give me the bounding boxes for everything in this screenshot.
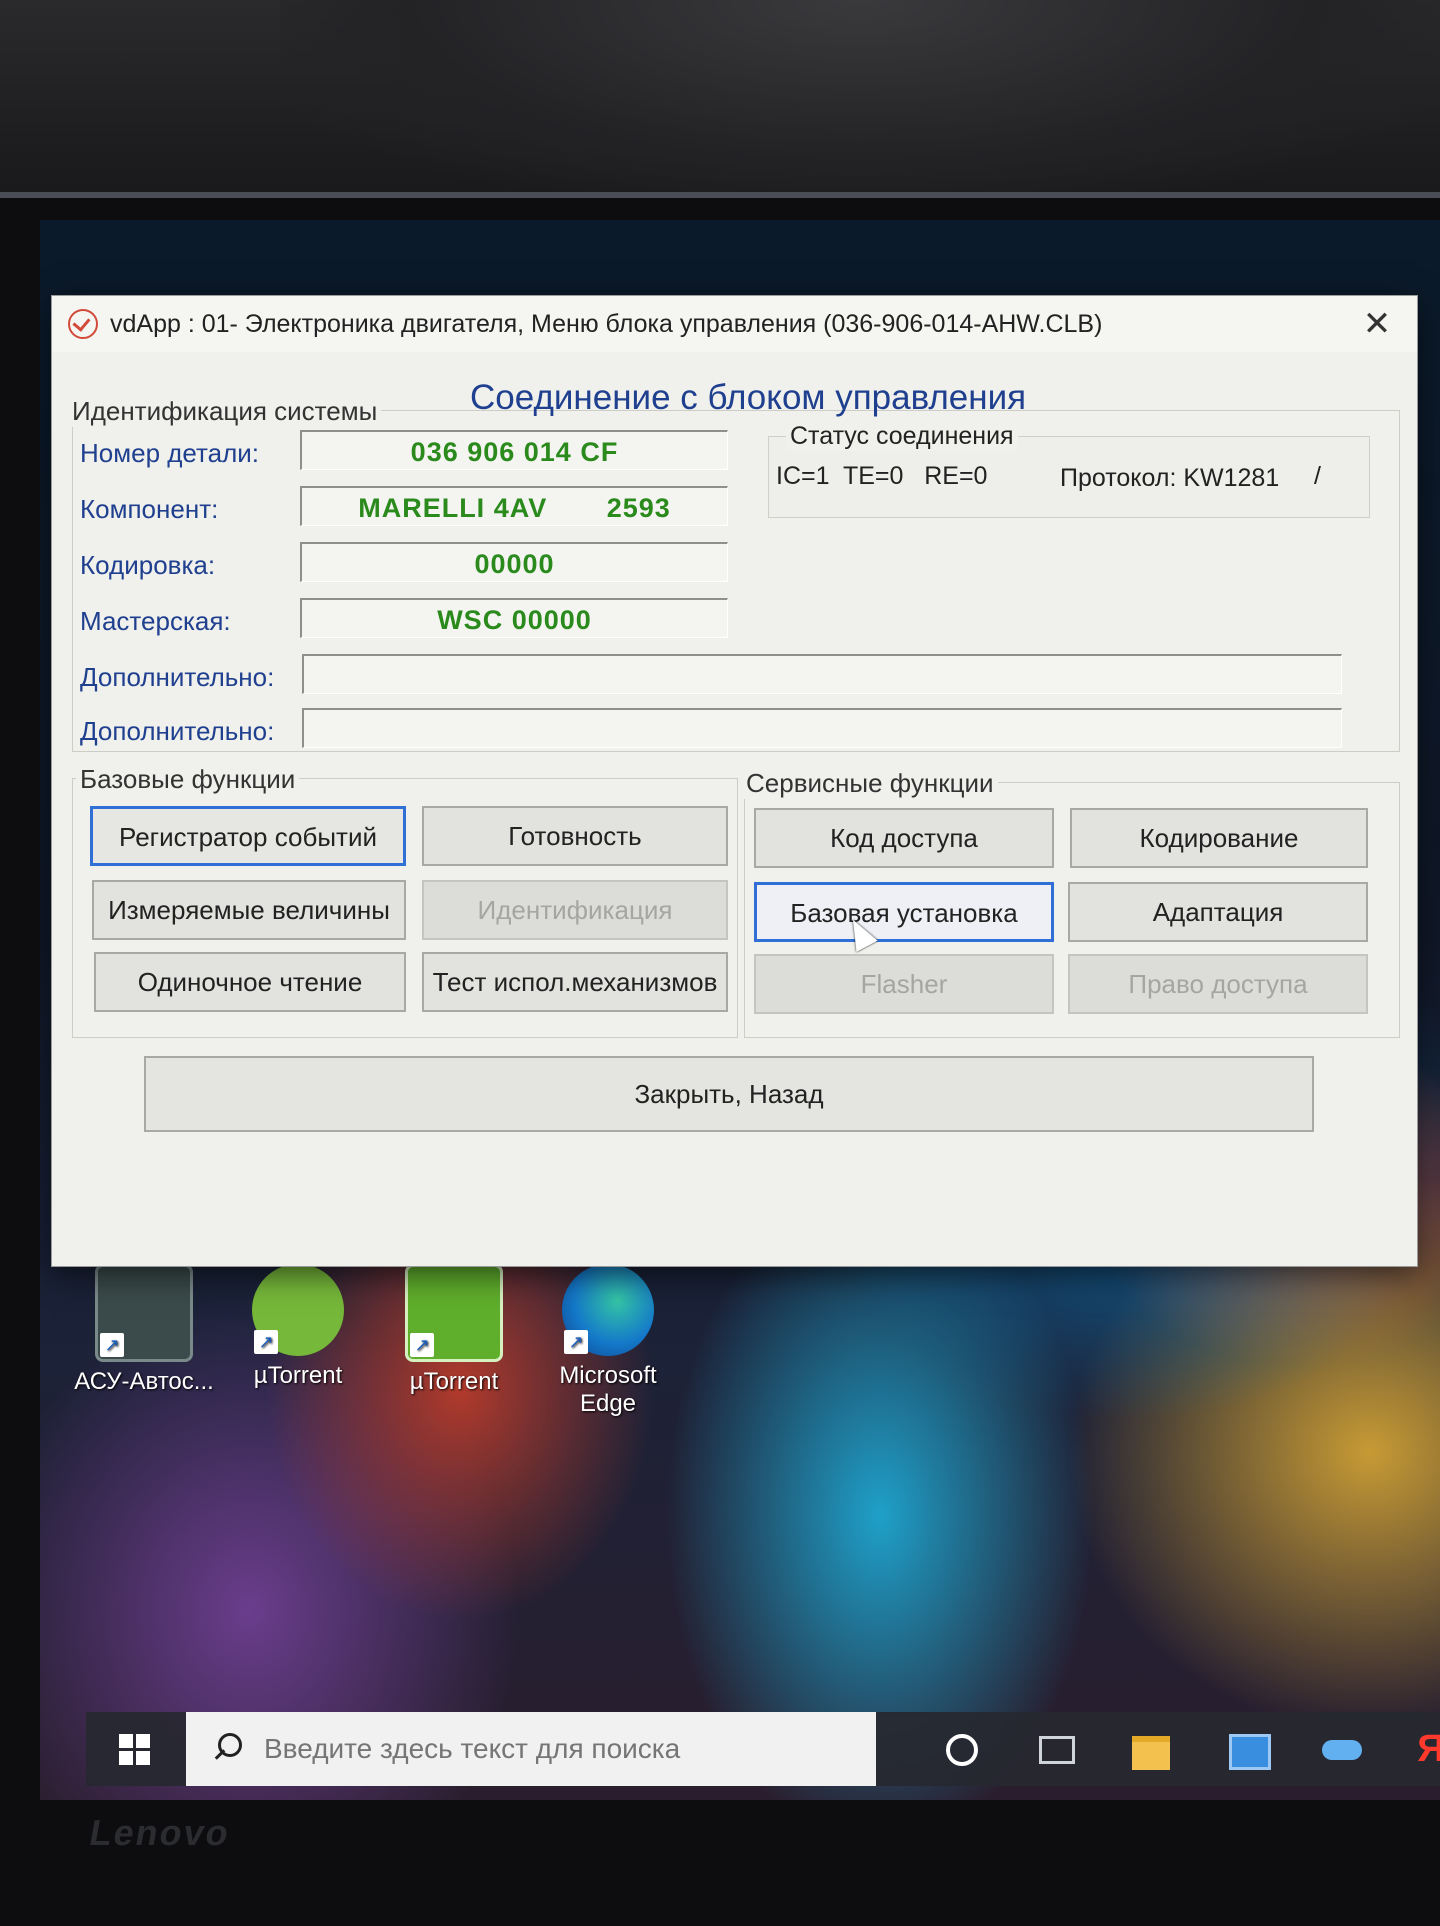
close-icon[interactable]: ✕ [1355, 302, 1399, 346]
extra-label-2: Дополнительно: [80, 716, 275, 746]
start-button[interactable] [86, 1712, 182, 1786]
close-back-button[interactable]: Закрыть, Назад [144, 1056, 1314, 1132]
search-icon [208, 1729, 248, 1769]
actuator-test-button[interactable]: Тест испол.механизмов [422, 952, 728, 1012]
coding-value: 00000 [300, 542, 728, 582]
extra-value-1 [302, 654, 1342, 694]
vdapp-logo-icon [68, 309, 98, 339]
connection-counters: IC=1 TE=0 RE=0 [776, 462, 988, 490]
onedrive-icon[interactable] [1318, 1724, 1368, 1774]
access-code-button[interactable]: Код доступа [754, 808, 1054, 868]
basic-setting-button[interactable]: Базовая установка [754, 882, 1054, 942]
file-explorer-icon[interactable] [1126, 1724, 1176, 1774]
laptop-brand-logo: Lenovo [86, 1812, 234, 1853]
shortcut-arrow-icon: ↗ [100, 1333, 124, 1357]
desktop-icon-label: µTorrent [409, 1368, 499, 1395]
extra-label-1: Дополнительно: [80, 662, 275, 692]
search-input[interactable] [262, 1732, 826, 1766]
edge-icon: ↗ [562, 1264, 654, 1356]
desktop-icon-edge[interactable]: ↗ Microsoft Edge [538, 1264, 678, 1418]
windows-taskbar: Я [86, 1712, 1440, 1786]
task-view-icon[interactable] [1031, 1724, 1081, 1774]
desktop-icon-utorrent-1[interactable]: ↗ µTorrent [228, 1264, 368, 1390]
protocol-label: Протокол: KW1281 [1060, 464, 1280, 492]
taskbar-search-box[interactable] [186, 1712, 876, 1786]
service-functions-title: Сервисные функции [742, 768, 998, 799]
coding-button[interactable]: Кодирование [1070, 808, 1368, 868]
dialog-titlebar[interactable]: vdApp : 01- Электроника двигателя, Меню … [52, 296, 1417, 352]
component-value: MARELLI 4AV 2593 [300, 486, 728, 526]
yandex-browser-icon[interactable]: Я [1406, 1724, 1440, 1774]
event-recorder-button[interactable]: Регистратор событий [90, 806, 406, 866]
coding-label: Кодировка: [80, 550, 216, 580]
identification-button: Идентификация [422, 880, 728, 940]
identification-title: Идентификация системы [68, 396, 382, 427]
part-number-value: 036 906 014 CF [300, 430, 728, 470]
workshop-value: WSC 00000 [300, 598, 728, 638]
windows-logo-icon [118, 1733, 150, 1765]
utorrent-icon: ↗ [252, 1264, 344, 1356]
car-diagnostic-icon: ↗ [95, 1264, 193, 1362]
vdapp-ecu-menu-dialog: vdApp : 01- Электроника двигателя, Меню … [52, 296, 1417, 1266]
store-icon[interactable] [1221, 1724, 1271, 1774]
adaptation-button[interactable]: Адаптация [1068, 882, 1368, 942]
status-trailing-mark: / [1314, 462, 1321, 490]
desktop-icon-utorrent-2[interactable]: ↗ µTorrent [384, 1264, 524, 1396]
extra-value-2 [302, 708, 1342, 748]
workshop-label: Мастерская: [80, 606, 231, 636]
basic-functions-title: Базовые функции [76, 764, 300, 795]
flasher-button: Flasher [754, 954, 1054, 1014]
readiness-button[interactable]: Готовность [422, 806, 728, 866]
shortcut-arrow-icon: ↗ [254, 1330, 278, 1354]
access-right-button: Право доступа [1068, 954, 1368, 1014]
part-number-label: Номер детали: [80, 438, 260, 468]
shortcut-arrow-icon: ↗ [564, 1330, 588, 1354]
cortana-icon[interactable] [936, 1724, 986, 1774]
desktop-icon-label: Microsoft Edge [559, 1362, 657, 1417]
desktop-icon-asu[interactable]: ↗ АСУ-Автос... [74, 1264, 214, 1396]
connection-status-title: Статус соединения [786, 422, 1018, 451]
measured-values-button[interactable]: Измеряемые величины [92, 880, 406, 940]
desktop-screen: ↗ АСУ-Автос... ↗ µTorrent ↗ µTorrent ↗ M… [40, 220, 1440, 1800]
utorrent-icon: ↗ [405, 1264, 503, 1362]
shortcut-arrow-icon: ↗ [410, 1333, 434, 1357]
connection-header: Соединение с блоком управления [470, 378, 1027, 417]
single-read-button[interactable]: Одиночное чтение [94, 952, 406, 1012]
desktop-icon-label: µTorrent [253, 1362, 343, 1389]
dialog-title: vdApp : 01- Электроника двигателя, Меню … [110, 309, 1103, 338]
component-label: Компонент: [80, 494, 219, 524]
desktop-icon-label: АСУ-Автос... [74, 1368, 214, 1395]
